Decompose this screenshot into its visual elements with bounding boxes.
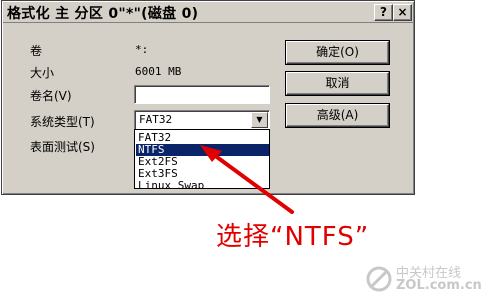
watermark-en: ZOL.com.cn xyxy=(396,278,482,293)
zol-logo-icon xyxy=(366,266,392,292)
arrow-shaft xyxy=(208,150,294,214)
annotation-arrow xyxy=(200,145,294,214)
annotation-text: 选择“NTFS” xyxy=(216,222,370,252)
